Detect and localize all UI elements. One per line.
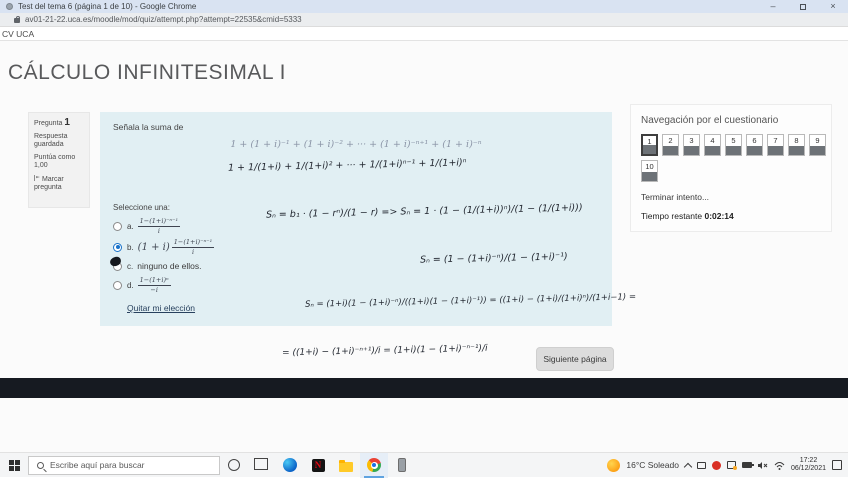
clear-choice-link[interactable]: Quitar mi elección bbox=[127, 303, 195, 313]
quiz-nav-grid: 1 2 3 4 5 6 7 8 9 10 bbox=[641, 134, 831, 182]
quiz-nav-button-3[interactable]: 3 bbox=[683, 134, 700, 156]
task-view-button[interactable] bbox=[248, 453, 276, 478]
taskbar-search[interactable] bbox=[28, 455, 220, 475]
close-button[interactable]: × bbox=[818, 0, 848, 13]
window-title: Test del tema 6 (página 1 de 10) - Googl… bbox=[18, 2, 197, 11]
answer-option-d[interactable]: d. 1−(1+i)ⁿ −i bbox=[113, 276, 599, 294]
next-page-button[interactable]: Siguiente página bbox=[536, 347, 614, 371]
weather-text[interactable]: 16°C Soleado bbox=[626, 460, 679, 470]
quiz-nav-button-4[interactable]: 4 bbox=[704, 134, 721, 156]
lock-icon bbox=[14, 16, 20, 23]
finish-attempt-link[interactable]: Terminar intento... bbox=[641, 192, 821, 202]
radio-button[interactable] bbox=[113, 221, 122, 231]
browser-window: Test del tema 6 (página 1 de 10) - Googl… bbox=[0, 0, 848, 478]
quiz-nav-button-6[interactable]: 6 bbox=[746, 134, 763, 156]
weather-sun-icon[interactable] bbox=[607, 458, 621, 472]
photos-tray-icon[interactable] bbox=[726, 461, 737, 470]
display-tray-icon[interactable] bbox=[696, 461, 706, 469]
answer-status: Respuesta guardada bbox=[34, 133, 68, 148]
answer-option-c[interactable]: c. ninguno de ellos. bbox=[113, 259, 599, 273]
search-icon bbox=[37, 461, 44, 469]
windows-logo-icon bbox=[8, 459, 20, 471]
minimize-button[interactable]: – bbox=[758, 0, 788, 13]
time-remaining: Tiempo restante 0:02:14 bbox=[641, 211, 734, 221]
chrome-icon bbox=[367, 458, 381, 472]
netflix-button[interactable]: N bbox=[304, 453, 332, 478]
option-formula: 1−(1+i)ⁿ −i bbox=[137, 276, 171, 294]
moodle-footer-bar bbox=[0, 378, 848, 398]
battery-icon[interactable] bbox=[741, 462, 754, 468]
grade-info: Puntúa como 1,00 bbox=[34, 154, 76, 169]
phone-icon bbox=[398, 458, 406, 472]
answer-option-a[interactable]: a. 1−(1+i)⁻ⁿ⁻¹ i bbox=[113, 217, 599, 235]
cortana-button[interactable] bbox=[220, 453, 248, 478]
search-input[interactable] bbox=[50, 460, 200, 470]
netflix-icon: N bbox=[311, 458, 325, 472]
volume-muted-icon[interactable] bbox=[757, 461, 768, 470]
recording-tray-icon[interactable] bbox=[711, 460, 721, 470]
phone-app-button[interactable] bbox=[388, 453, 416, 478]
maximize-button[interactable] bbox=[788, 0, 818, 13]
chrome-button[interactable] bbox=[360, 452, 388, 478]
edge-button[interactable] bbox=[276, 453, 304, 478]
quiz-nav-button-5[interactable]: 5 bbox=[725, 134, 742, 156]
network-icon[interactable] bbox=[774, 461, 785, 470]
clock[interactable]: 17:22 06/12/2021 bbox=[791, 457, 826, 473]
question-prompt: Señala la suma de bbox=[113, 122, 184, 132]
url-text[interactable]: av01-21-22.uca.es/moodle/mod/quiz/attemp… bbox=[25, 15, 302, 24]
task-view-icon bbox=[254, 458, 268, 470]
select-one-label: Seleccione una: bbox=[113, 203, 170, 212]
question-number: Pregunta 1 bbox=[34, 117, 70, 128]
windows-taskbar: N 16°C Soleado 17:2206/12/2021 bbox=[0, 452, 848, 478]
quiz-nav-button-8[interactable]: 8 bbox=[788, 134, 805, 156]
question-content-box: Señala la suma de 1 + (1 + i)⁻¹ + (1 + i… bbox=[100, 112, 612, 326]
chevron-up-icon[interactable] bbox=[683, 462, 693, 471]
folder-icon bbox=[339, 459, 353, 472]
flag-icon bbox=[34, 175, 35, 181]
cortana-icon bbox=[228, 459, 240, 471]
site-navbar: CV UCA bbox=[0, 27, 848, 41]
option-formula: 1−(1+i)⁻ⁿ⁻¹ i bbox=[137, 217, 181, 235]
quiz-nav-button-2[interactable]: 2 bbox=[662, 134, 679, 156]
radio-button[interactable] bbox=[113, 280, 122, 290]
flag-question-link[interactable]: Marcar pregunta bbox=[34, 175, 84, 192]
radio-button[interactable] bbox=[113, 261, 122, 271]
quiz-nav-button-9[interactable]: 9 bbox=[809, 134, 826, 156]
maximize-icon bbox=[800, 3, 806, 10]
address-bar[interactable]: av01-21-22.uca.es/moodle/mod/quiz/attemp… bbox=[0, 13, 848, 27]
action-center-icon[interactable] bbox=[832, 460, 842, 470]
handwriting-line-5: = ((1+i) − (1+i)⁻ⁿ⁺¹)/i = (1+i)(1 − (1+i… bbox=[281, 343, 488, 359]
quiz-nav-title: Navegación por el cuestionario bbox=[641, 115, 779, 126]
option-formula: 1−(1+i)⁻ⁿ⁻¹ i bbox=[171, 238, 215, 256]
radio-button[interactable] bbox=[113, 242, 122, 252]
edge-icon bbox=[283, 458, 297, 472]
quiz-nav-button-1[interactable]: 1 bbox=[641, 134, 658, 156]
site-nav-link[interactable]: CV UCA bbox=[2, 29, 34, 39]
start-button[interactable] bbox=[0, 453, 28, 478]
page-content: CÁLCULO INFINITESIMAL I Pregunta 1 Respu… bbox=[0, 41, 848, 452]
question-info-panel: Pregunta 1 Respuesta guardada Puntúa com… bbox=[28, 112, 90, 208]
quiz-navigation-panel: Navegación por el cuestionario 1 2 3 4 5… bbox=[630, 104, 832, 232]
tab-favicon-icon bbox=[6, 3, 13, 10]
quiz-nav-button-7[interactable]: 7 bbox=[767, 134, 784, 156]
page-title: CÁLCULO INFINITESIMAL I bbox=[8, 61, 286, 84]
titlebar: Test del tema 6 (página 1 de 10) - Googl… bbox=[0, 0, 848, 13]
file-explorer-button[interactable] bbox=[332, 453, 360, 478]
answer-option-b[interactable]: b. (1 + i) 1−(1+i)⁻ⁿ⁻¹ i bbox=[113, 238, 599, 256]
quiz-nav-button-10[interactable]: 10 bbox=[641, 160, 658, 182]
question-formula: 1 + (1 + i)⁻¹ + (1 + i)⁻² + ··· + (1 + i… bbox=[230, 139, 482, 150]
